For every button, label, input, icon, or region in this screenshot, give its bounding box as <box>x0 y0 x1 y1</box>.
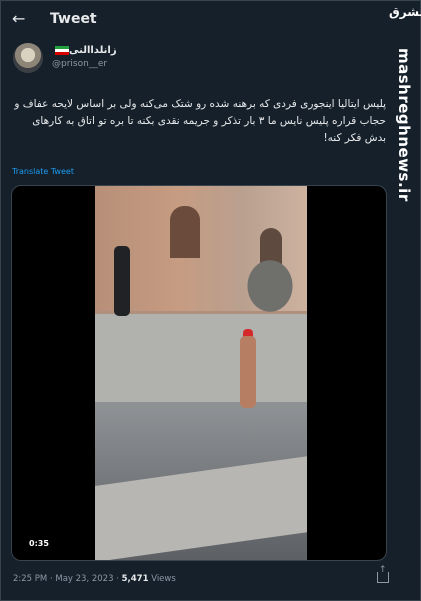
top-bar: ← Tweet <box>0 0 421 40</box>
fountain-wall <box>95 314 307 402</box>
tweet-text: پلیس ایتالیا اینجوری فردی که برهنه شده ر… <box>14 98 386 144</box>
watermark: مشرق mashreghnews.ir <box>385 2 421 598</box>
watermark-site: mashreghnews.ir <box>395 48 413 202</box>
watermark-logo: مشرق <box>389 5 421 19</box>
author-name[interactable]: زانلداالنی <box>52 45 117 56</box>
video-frame <box>95 186 307 560</box>
iran-flag-icon <box>55 45 69 55</box>
police-officer <box>114 246 130 316</box>
views-label: Views <box>151 574 176 584</box>
author-handle[interactable]: @prison__er <box>52 59 107 69</box>
video-player[interactable]: 0:35 <box>11 185 387 561</box>
tweet-meta: 2:25 PM · May 23, 2023 · 5,471 Views <box>13 574 176 584</box>
timestamp[interactable]: 2:25 PM · May 23, 2023 <box>13 574 113 584</box>
translate-link[interactable]: Translate Tweet <box>12 167 74 176</box>
back-arrow-icon[interactable]: ← <box>12 10 30 28</box>
man-in-water <box>240 336 256 408</box>
page-title: Tweet <box>50 11 97 27</box>
views-count: 5,471 <box>121 574 149 584</box>
arch <box>170 206 200 258</box>
video-duration: 0:35 <box>25 538 53 549</box>
avatar[interactable] <box>13 43 43 73</box>
